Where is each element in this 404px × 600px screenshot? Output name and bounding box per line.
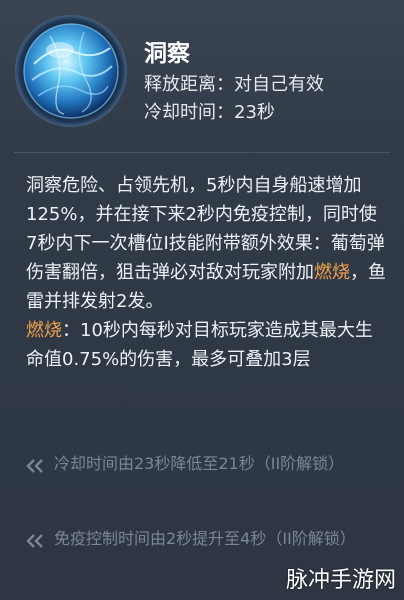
skill-header: 洞察 释放距离：对自己有效 冷却时间：23秒 — [0, 0, 404, 152]
upgrade-text: 免疫控制时间由2秒提升至4秒（II阶解锁） — [54, 529, 356, 548]
header-divider — [14, 152, 390, 153]
crystal-orb-icon — [14, 14, 128, 128]
upgrade-item-immunity: 免疫控制时间由2秒提升至4秒（II阶解锁） — [26, 527, 382, 551]
description-paragraph-1: 洞察危险、占领先机，5秒内自身船速增加125%，并在接下来2秒内免疫控制，同时使… — [26, 171, 386, 316]
upgrade-text: 冷却时间由23秒降低至21秒（II阶解锁） — [54, 454, 345, 473]
cooldown-label: 冷却时间： — [144, 102, 234, 123]
skill-description: 洞察危险、占领先机，5秒内自身船速增加125%，并在接下来2秒内免疫控制，同时使… — [26, 171, 386, 374]
burn-effect-text: ：10秒内每秒对目标玩家造成其最大生命值0.75%的伤害，最多可叠加3层 — [26, 320, 373, 370]
upgrade-item-cooldown: 冷却时间由23秒降低至21秒（II阶解锁） — [26, 452, 382, 476]
cast-range-label: 释放距离： — [144, 74, 234, 95]
cooldown-value: 23秒 — [234, 102, 275, 123]
double-chevron-icon — [26, 456, 46, 473]
skill-tooltip-panel: 洞察 释放距离：对自己有效 冷却时间：23秒 洞察危险、占领先机，5秒内自身船速… — [0, 0, 404, 600]
burn-keyword: 燃烧 — [314, 262, 350, 283]
cast-range-value: 对自己有效 — [234, 74, 324, 95]
double-chevron-icon — [26, 531, 46, 548]
skill-name: 洞察 — [144, 41, 190, 67]
site-watermark: 脉冲手游网 — [285, 568, 396, 593]
description-paragraph-2: 燃烧：10秒内每秒对目标玩家造成其最大生命值0.75%的伤害，最多可叠加3层 — [26, 316, 386, 374]
cast-range-line: 释放距离：对自己有效 — [144, 70, 324, 96]
cooldown-line: 冷却时间：23秒 — [144, 98, 275, 124]
burn-keyword: 燃烧 — [26, 320, 62, 341]
